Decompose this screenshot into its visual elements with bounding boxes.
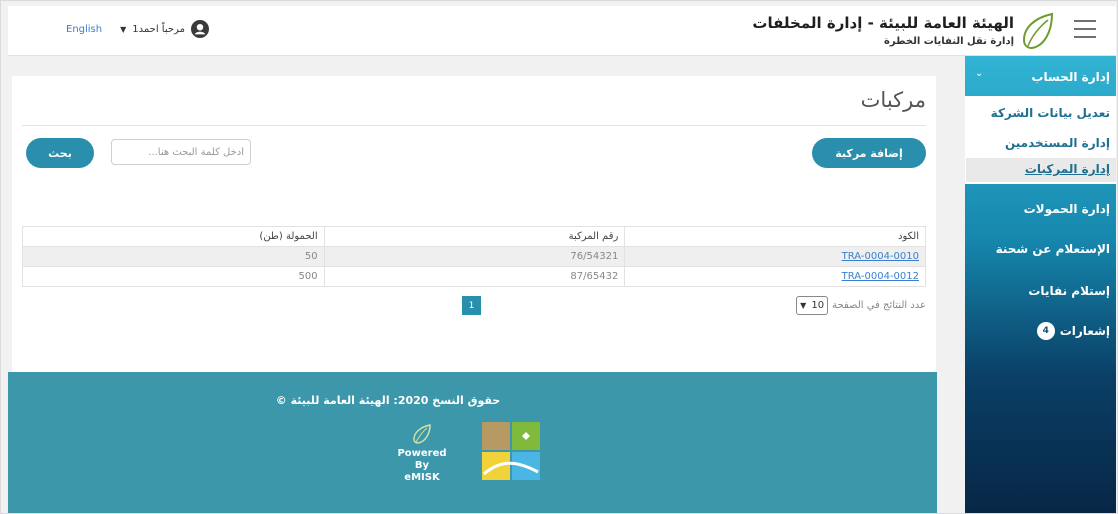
hamburger-icon[interactable] [1074,20,1096,38]
powered-by-text: Powered By [397,448,447,471]
chevron-down-icon: ▼ [800,301,807,310]
footer: حقوق النسخ 2020: الهيئة العامة للبيئة © … [8,372,937,514]
column-header-load[interactable]: الحمولة (طن) [22,226,325,247]
brand-subtitle: إدارة نقل النفايات الخطرة [884,36,1014,47]
sidebar-item-account[interactable]: إدارة الحساب [965,70,1116,84]
sidebar-item-label: إشعارات [1059,324,1110,338]
leaf-icon [413,424,431,444]
table-cell-plate: 87/65432 [323,266,626,287]
table-header-row: الكود رقم المركبة الحمولة (طن) [22,226,926,247]
notification-badge: 4 [1036,322,1055,340]
sidebar: إدارة الحساب ⌄ تعديل بيانات الشركة إدارة… [965,56,1116,514]
page-size-label: عدد النتائج في الصفحة [832,300,926,311]
user-greeting: مرحباً احمد1 [132,23,185,35]
table-row: TRA-0004-0010 76/54321 50 [22,246,926,267]
table-row: TRA-0004-0012 87/65432 500 [22,266,926,287]
sidebar-item-label: إدارة الحساب [1031,70,1110,84]
account-submenu: تعديل بيانات الشركة إدارة المستخدمين إدا… [965,96,1116,184]
chevron-down-icon: ▼ [120,24,127,34]
table-cell-plate: 76/54321 [323,246,626,267]
user-avatar-icon [190,20,209,38]
add-vehicle-button[interactable]: إضافة مركبة [812,138,926,168]
leaf-logo [1022,12,1054,50]
vehicle-code-link[interactable]: TRA-0004-0010 [842,251,919,262]
vehicles-table: الكود رقم المركبة الحمولة (طن) TRA-0004-… [22,226,926,287]
table-cell-load: 500 [22,266,325,287]
column-header-code[interactable]: الكود [624,226,926,247]
page-size-select[interactable]: 10 ▼ [796,296,829,315]
table-cell-load: 50 [22,246,325,267]
page-size-control: عدد النتائج في الصفحة 10 ▼ [796,296,926,315]
page-title: مركبات [860,88,926,112]
submenu-item-company[interactable]: تعديل بيانات الشركة [991,106,1110,120]
language-link[interactable]: English [66,24,102,35]
emisk-text: eMISK [404,472,440,483]
search-input[interactable] [111,139,251,165]
user-menu[interactable]: English ▼ مرحباً احمد1 [66,20,209,38]
search-button[interactable]: بحث [26,138,94,168]
sidebar-item-notifications[interactable]: إشعارات 4 [965,322,1116,340]
sidebar-item-receive[interactable]: إستلام نفايات [965,284,1116,298]
submenu-item-users[interactable]: إدارة المستخدمين [1005,136,1110,150]
ncwm-logo [482,422,540,480]
brand-title: الهيئة العامة للبيئة - إدارة المخلفات [752,14,1014,32]
divider [22,125,926,126]
copyright-text: حقوق النسخ 2020: الهيئة العامة للبيئة © [275,394,501,407]
vehicle-code-link[interactable]: TRA-0004-0012 [842,271,919,282]
app-frame: الهيئة العامة للبيئة - إدارة المخلفات إد… [0,0,1118,514]
table-cell-code: TRA-0004-0012 [624,266,926,287]
submenu-item-vehicles[interactable]: إدارة المركبات [966,158,1116,182]
top-header: الهيئة العامة للبيئة - إدارة المخلفات إد… [8,6,1116,56]
pagination-page-button[interactable]: 1 [462,296,481,315]
column-header-plate[interactable]: رقم المركبة [323,226,626,247]
chevron-down-icon[interactable]: ⌄ [975,68,983,79]
page-size-value: 10 [811,300,825,311]
main-content: مركبات إضافة مركبة بحث الكود رقم المركبة… [12,76,936,372]
emisk-logo[interactable]: Powered By eMISK [392,424,452,484]
sidebar-item-inquiry[interactable]: الإستعلام عن شحنة [965,242,1116,256]
sidebar-item-loads[interactable]: إدارة الحمولات [965,202,1116,216]
table-cell-code: TRA-0004-0010 [624,246,926,267]
